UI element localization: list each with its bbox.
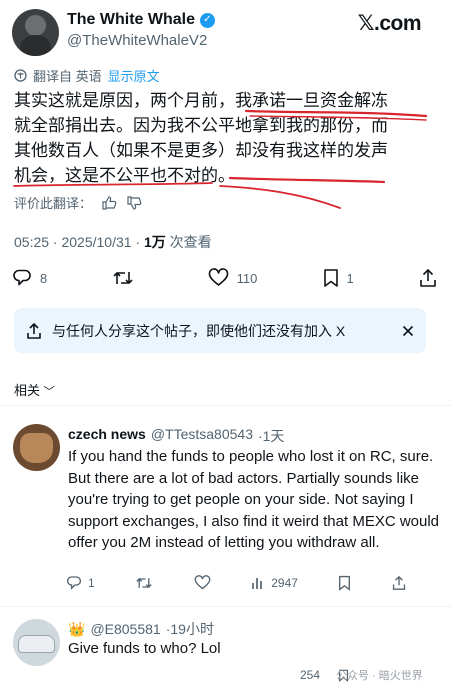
wechat-watermark: 公众号 · 暗火世界 [336,667,423,683]
share-icon [420,269,436,287]
like-count: 110 [236,270,258,286]
share-button[interactable] [392,575,406,591]
reply-count: 1 [88,576,95,590]
reply-avatar[interactable] [13,424,60,471]
reply-header: czech news @TTestsa80543 ·1天 [68,426,284,446]
share-prompt-text: 与任何人分享这个帖子，即使他们还没有加入 X [52,322,346,339]
views-count: 254 [300,668,321,682]
share-prompt-banner[interactable]: 与任何人分享这个帖子，即使他们还没有加入 X [14,308,426,353]
thumbs-up-icon[interactable] [102,195,117,210]
bookmark-button[interactable]: 1 [323,268,354,288]
retweet-icon [136,578,152,588]
view-label: 次查看 [165,234,212,250]
analytics-icon [252,578,263,589]
watermark-text: 公众号 · 暗火世界 [336,670,423,682]
reply-icon [66,576,82,590]
tweet-timestamp[interactable]: 05:25 · 2025/10/31 · [14,234,144,250]
reply-header: 👑 @E805581 ·19小时 [68,619,214,639]
retweet-button[interactable] [135,575,153,591]
share-button[interactable] [419,268,437,288]
reply-time[interactable]: ·1天 [258,426,284,446]
bookmark-icon [339,575,351,591]
tweet-action-bar: 8 110 1 [12,266,437,290]
retweet-icon [113,272,133,284]
heart-icon [208,268,228,286]
reply-time[interactable]: ·19小时 [166,619,214,639]
like-button[interactable]: 110 [208,268,258,288]
crown-badge-icon: 👑 [68,620,86,637]
view-count: 1万 [144,234,166,250]
bookmark-button[interactable] [338,575,351,591]
rate-translation-label: 评价此翻译： [14,196,93,211]
reply-action-bar: 1 2947 [66,575,406,591]
tweet-metadata: 05:25 · 2025/10/31 · 1万 次查看 [14,232,212,252]
reply-author-handle[interactable]: @TTestsa80543 [151,426,253,446]
reply-count: 8 [40,270,48,286]
divider [0,606,451,607]
reply-icon [13,269,31,286]
divider [0,405,451,406]
chevron-down-icon: ﹀ [43,386,55,398]
share-icon [392,575,406,590]
related-label: 相关 [14,383,41,398]
reply-author-handle[interactable]: @E805581 [90,621,160,637]
reply-button[interactable]: 8 [12,268,47,288]
views-count: 2947 [271,576,298,590]
reply-button[interactable]: 1 [66,575,95,591]
reply-author-name[interactable]: czech news [68,426,146,446]
retweet-button[interactable] [112,268,142,288]
related-sort-dropdown[interactable]: 相关 ﹀ [14,380,55,399]
thumbs-down-icon[interactable] [127,195,142,210]
reply-avatar[interactable] [13,619,60,666]
rate-translation: 评价此翻译： [14,193,142,212]
close-icon[interactable] [402,325,414,337]
bookmark-icon [323,269,338,287]
heart-icon [194,575,211,590]
share-icon [27,322,41,339]
bookmark-count: 1 [346,270,354,286]
like-button[interactable] [194,575,211,591]
reply-text: If you hand the funds to people who lost… [68,448,440,551]
reply-text: Give funds to who? Lol [68,640,221,657]
views-button[interactable]: 2947 [251,576,298,590]
